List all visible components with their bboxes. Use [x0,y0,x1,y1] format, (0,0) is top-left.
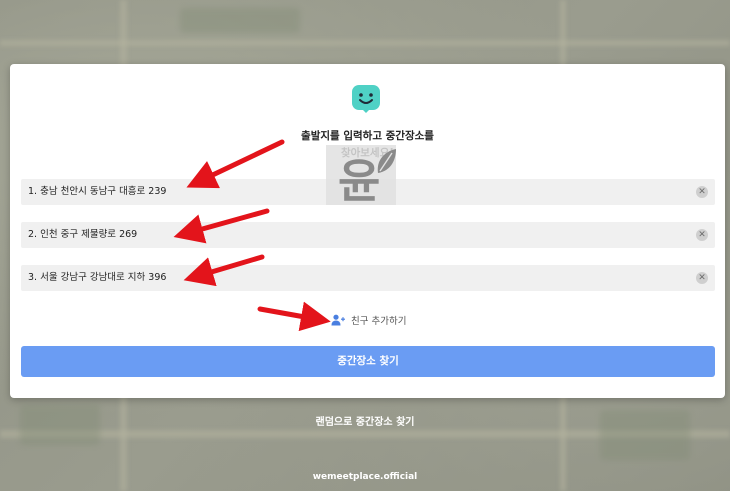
location-input-3-value: 3. 서울 강남구 강남대로 지하 396 [28,272,167,283]
watermark-logo: 윤 [326,145,396,208]
add-friend-label: 친구 추가하기 [351,316,407,327]
search-card: 출발지를 입력하고 중간장소를 찾아보세요! 1. 충남 천안시 동남구 대흥로… [10,64,725,398]
intro-line-1: 출발지를 입력하고 중간장소를 [301,130,434,142]
footer-handle: wemeetplace.official [312,472,418,482]
watermark-text: 윤 [338,154,380,205]
add-friend-button[interactable]: 친구 추가하기 [331,311,406,329]
location-input-3[interactable]: 3. 서울 강남구 강남대로 지하 396 ✕ [21,265,715,291]
add-user-icon [331,314,345,326]
clear-icon[interactable]: ✕ [696,186,708,198]
clear-icon[interactable]: ✕ [696,272,708,284]
location-input-2-value: 2. 인천 중구 제물량로 269 [28,229,138,240]
clear-icon[interactable]: ✕ [696,229,708,241]
location-input-2[interactable]: 2. 인천 중구 제물량로 269 ✕ [21,222,715,248]
random-midpoint-link[interactable]: 랜덤으로 중간장소 찾기 [0,413,730,428]
app-logo-icon [352,85,380,113]
location-input-1-value: 1. 충남 천안시 동남구 대흥로 239 [28,186,167,197]
find-midpoint-button[interactable]: 중간장소 찾기 [21,346,715,377]
